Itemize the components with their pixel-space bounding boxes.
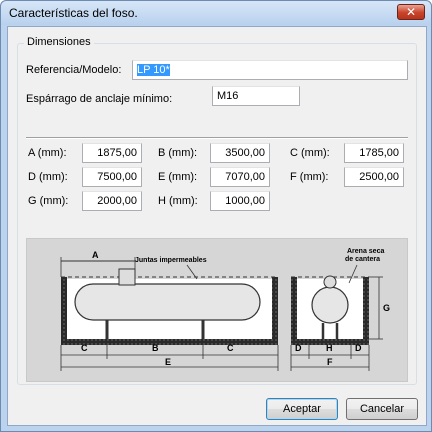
dim-c-input[interactable]: 1785,00 <box>344 143 404 163</box>
cross-section-view: Arena seca de cantera G D H D F <box>290 248 390 371</box>
dim-h-value: 1000,00 <box>225 195 265 207</box>
dialog-window: Características del foso. ✕ Dimensiones … <box>0 0 432 432</box>
dialog-body: Dimensiones Referencia/Modelo: LP 10* Es… <box>7 26 427 426</box>
dim-d-value: 7500,00 <box>97 171 137 183</box>
dim-f-value: 2500,00 <box>359 171 399 183</box>
dim-e-input[interactable]: 7070,00 <box>210 167 270 187</box>
dim-label-e: E <box>165 357 171 367</box>
close-icon: ✕ <box>405 5 417 19</box>
dimensions-group: Dimensiones Referencia/Modelo: LP 10* Es… <box>17 36 417 385</box>
referencia-label: Referencia/Modelo: <box>26 64 122 76</box>
dim-d-input[interactable]: 7500,00 <box>82 167 142 187</box>
dim-label-h: H <box>326 343 333 353</box>
close-button[interactable]: ✕ <box>397 4 425 20</box>
pit-diagram: A Juntas impermeables C B C E Arena seca… <box>26 238 408 382</box>
dim-b-value: 3500,00 <box>225 147 265 159</box>
dim-label-a: A <box>92 250 99 260</box>
accept-label: Aceptar <box>283 403 321 415</box>
dim-label-c-left: C <box>81 343 88 353</box>
dim-b-label: B (mm): <box>158 147 198 159</box>
dim-c-label: C (mm): <box>290 147 330 159</box>
title-bar[interactable]: Características del foso. ✕ <box>1 1 431 25</box>
dim-a-label: A (mm): <box>28 147 67 159</box>
side-view: A Juntas impermeables C B C E <box>60 250 279 371</box>
dim-label-b: B <box>152 343 159 353</box>
juntas-label: Juntas impermeables <box>135 257 207 264</box>
dim-d-label: D (mm): <box>28 171 68 183</box>
referencia-input[interactable]: LP 10* <box>132 60 408 80</box>
esparrago-input[interactable]: M16 <box>212 86 300 106</box>
dim-label-g: G <box>383 303 390 313</box>
dim-c-value: 1785,00 <box>359 147 399 159</box>
dim-f-input[interactable]: 2500,00 <box>344 167 404 187</box>
dim-label-c-right: C <box>227 343 234 353</box>
dim-label-f: F <box>327 357 333 367</box>
dim-h-label: H (mm): <box>158 195 198 207</box>
window-title: Características del foso. <box>9 6 138 20</box>
dim-f-label: F (mm): <box>290 171 329 183</box>
referencia-value: LP 10* <box>137 64 170 76</box>
dim-a-value: 1875,00 <box>97 147 137 159</box>
dim-b-input[interactable]: 3500,00 <box>210 143 270 163</box>
dim-g-label: G (mm): <box>28 195 69 207</box>
dim-h-input[interactable]: 1000,00 <box>210 191 270 211</box>
dim-g-value: 2000,00 <box>97 195 137 207</box>
accept-button[interactable]: Aceptar <box>266 398 338 420</box>
dim-g-input[interactable]: 2000,00 <box>82 191 142 211</box>
dim-e-value: 7070,00 <box>225 171 265 183</box>
arena-label-1: Arena seca <box>347 248 384 255</box>
pit-diagram-drawing: A Juntas impermeables C B C E Arena seca… <box>60 248 390 371</box>
esparrago-value: M16 <box>217 90 239 102</box>
cancel-label: Cancelar <box>359 403 405 415</box>
arena-label-2: de cantera <box>345 256 380 263</box>
dim-e-label: E (mm): <box>158 171 198 183</box>
dim-label-d-left: D <box>295 343 302 353</box>
cancel-button[interactable]: Cancelar <box>346 398 418 420</box>
esparrago-label: Espárrago de anclaje mínimo: <box>26 93 173 105</box>
separator <box>26 137 408 139</box>
dim-label-d-right: D <box>355 343 362 353</box>
dim-a-input[interactable]: 1875,00 <box>82 143 142 163</box>
group-legend: Dimensiones <box>24 36 94 48</box>
